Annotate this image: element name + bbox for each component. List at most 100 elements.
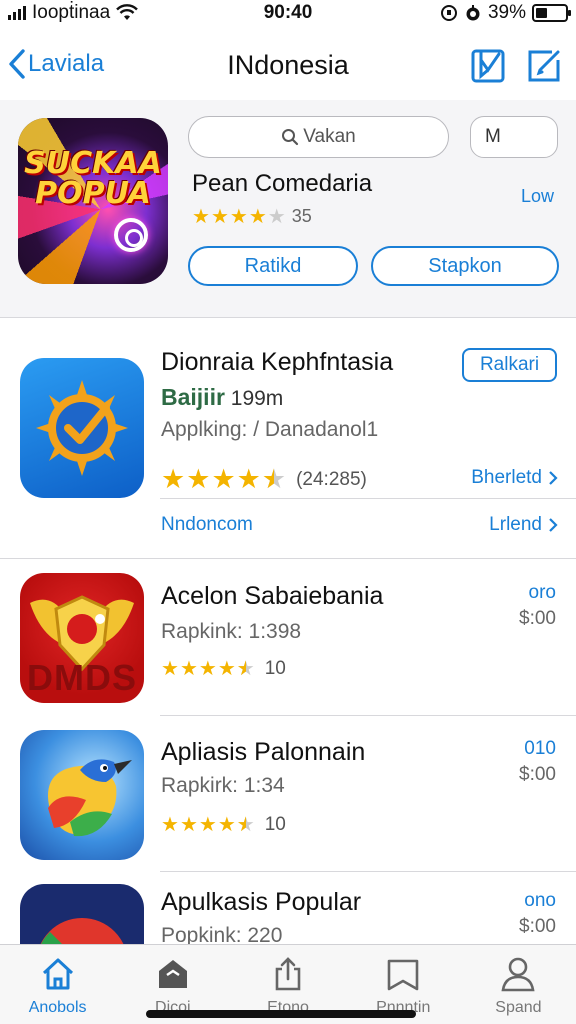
price-label[interactable]: oro <box>529 582 556 604</box>
star-icon: ★ <box>161 658 179 680</box>
battery-fill <box>536 8 547 18</box>
list-item[interactable]: DMDS Acelon Sabaiebania Rapkink: 1:398 ★… <box>0 560 576 716</box>
star-icon: ★ <box>161 814 179 836</box>
featured-side-link[interactable]: Low <box>521 186 554 207</box>
app-footer-link[interactable]: Nndoncom <box>161 514 253 536</box>
ring-icon <box>114 218 148 252</box>
store-icon <box>158 960 187 988</box>
list-item[interactable]: Apliasis Palonnain Rapkirk: 1:34 ★★★★★ 1… <box>0 716 576 872</box>
featured-right-button[interactable]: Stapkon <box>371 246 559 286</box>
tab-home[interactable]: Anobols <box>0 945 115 1024</box>
alarm-icon <box>466 5 480 21</box>
person-icon <box>501 957 535 992</box>
tab-label: Anobols <box>28 999 87 1016</box>
app-subtitle: Rapkink: 1:398 <box>161 620 302 643</box>
battery-icon <box>532 4 571 22</box>
star-icon: ★ <box>267 205 286 228</box>
rating-count: 10 <box>264 658 286 679</box>
chevron-right-icon <box>549 518 558 532</box>
rating-count: 35 <box>291 206 312 226</box>
browser-icon <box>40 918 124 944</box>
divider <box>160 498 576 499</box>
rating-count: (24:285) <box>296 468 367 490</box>
tab-label: Spand <box>495 999 542 1016</box>
star-icon: ★ <box>161 464 186 494</box>
bird-icon <box>48 759 132 837</box>
price-value: $:00 <box>519 764 556 785</box>
search-icon <box>282 129 299 146</box>
star-icon: ★ <box>217 814 236 836</box>
app-title: Acelon Sabaiebania <box>161 582 384 610</box>
status-bar: Ioopṫinaa 90:40 39% <box>0 0 576 26</box>
app-details-label: Bherletd <box>471 467 542 488</box>
bookmark-icon[interactable] <box>468 46 508 86</box>
app-icon <box>20 358 144 498</box>
price-label[interactable]: 010 <box>524 738 556 760</box>
app-icon <box>20 730 144 860</box>
price-label[interactable]: ono <box>524 890 556 912</box>
app-details-link[interactable]: Bherletd <box>471 467 558 489</box>
divider <box>0 558 576 559</box>
search-input[interactable]: Vakan <box>188 116 449 158</box>
star-icon: ★ <box>237 815 255 835</box>
star-icon: ★ <box>210 205 229 228</box>
app-subtitle: Rapkirk: 1:34 <box>161 774 285 797</box>
featured-app-icon[interactable]: SUCKAA POPUA <box>18 118 168 284</box>
signal-icon <box>8 6 26 20</box>
status-left: Ioopṫinaa <box>8 2 139 24</box>
carrier-label: Ioopṫinaa <box>32 2 111 23</box>
star-icon: ★ <box>217 658 236 680</box>
home-indicator[interactable] <box>146 1010 416 1018</box>
star-icon: ★ <box>262 466 286 494</box>
price-value: $:00 <box>519 916 556 937</box>
app-subtitle: Baijiir 199m <box>161 384 283 411</box>
app-icon: DMDS <box>20 573 144 703</box>
star-rating: ★ ★ ★ ★ ★ <box>161 464 286 494</box>
app-icon <box>20 884 144 944</box>
app-size: 199m <box>230 387 284 410</box>
share-icon <box>275 957 301 991</box>
star-icon: ★ <box>198 814 217 836</box>
chevron-left-icon <box>9 49 25 79</box>
star-icon: ★ <box>248 205 267 228</box>
compose-icon[interactable] <box>524 46 564 86</box>
back-label: Laviala <box>28 50 105 77</box>
home-icon <box>42 958 73 990</box>
icon-text: DMDS <box>27 657 137 698</box>
featured-left-button[interactable]: Ratikd <box>188 246 358 286</box>
list-item[interactable]: Dionraia Kephfntasia Baijiir 199m Applki… <box>0 340 576 560</box>
star-icon: ★ <box>179 658 198 680</box>
battery-percent: 39% <box>487 2 526 23</box>
tab-profile[interactable]: Spand <box>461 945 576 1024</box>
app-title: Dionraia Kephfntasia <box>161 348 394 376</box>
price-value: $:00 <box>519 608 556 629</box>
star-icon: ★ <box>237 659 255 679</box>
app-category: Applking: / Danadanol1 <box>161 418 379 441</box>
star-icon: ★ <box>192 205 210 228</box>
status-right: 39% <box>440 2 571 24</box>
app-footer-right-label: Lrlend <box>489 514 542 535</box>
rating-count: 10 <box>264 814 286 835</box>
star-icon: ★ <box>179 814 198 836</box>
list-item[interactable]: Apulkasis Popular Popkink: 220 ono $:00 <box>0 872 576 944</box>
back-button[interactable]: Laviala <box>6 48 104 80</box>
star-icon: ★ <box>229 205 248 228</box>
featured-rating: ★ ★ ★ ★ ★ 35 <box>192 206 312 227</box>
star-rating: ★ ★ ★ ★ ★ <box>192 207 286 227</box>
star-rating: ★ ★ ★ ★ ★ <box>161 815 255 835</box>
icon-text-line2: POPUA <box>35 176 151 211</box>
star-icon: ★ <box>186 464 211 494</box>
app-rating: ★★★★★ 10 <box>161 814 286 836</box>
app-footer-right-link[interactable]: Lrlend <box>489 514 558 536</box>
featured-app-name: Pean Comedaria <box>192 170 373 197</box>
app-rating: ★★★★★ 10 <box>161 658 286 680</box>
app-subtitle: Popkink: 220 <box>161 924 283 944</box>
star-icon: ★ <box>198 658 217 680</box>
star-icon: ★ <box>236 464 261 494</box>
star-icon: ★ <box>211 464 236 494</box>
filter-field[interactable]: M <box>470 116 558 158</box>
featured-section: SUCKAA POPUA Vakan M Pean Comedaria ★ ★ ★ ★… <box>0 100 576 318</box>
app-action-button[interactable]: Ralkari <box>462 348 557 382</box>
search-placeholder: Vakan <box>303 126 356 147</box>
app-subtitle-bold: Baijiir <box>161 384 225 410</box>
